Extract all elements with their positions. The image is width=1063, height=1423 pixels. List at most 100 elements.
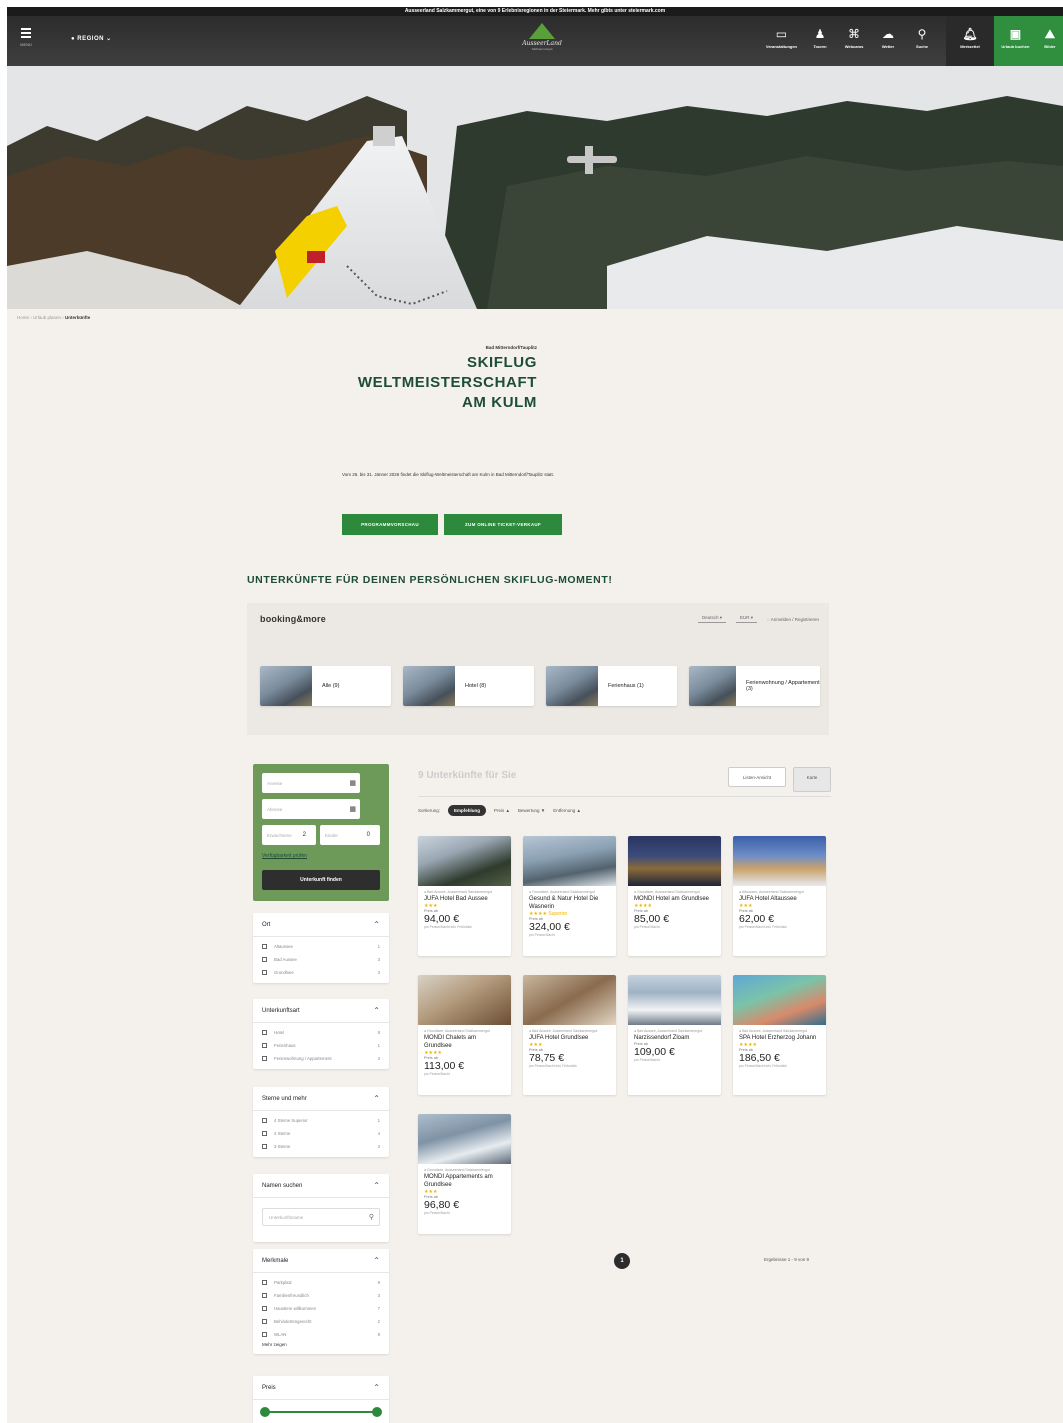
card-title[interactable]: JUFA Hotel Altaussee — [733, 894, 826, 903]
card-title[interactable]: Gesund & Natur Hotel Die Wasnerin — [523, 894, 616, 911]
sort-bewertung[interactable]: Bewertung ▼ — [518, 808, 545, 813]
pagination-page-1[interactable]: 1 — [614, 1253, 630, 1269]
tab-hotel[interactable]: Hotel (8) — [403, 666, 534, 706]
accommodation-name-input[interactable]: Unterkunftsname ⚲ — [262, 1208, 380, 1226]
card-title[interactable]: MONDI Appartements am Grundlsee — [418, 1172, 511, 1189]
children-field[interactable]: Kinder 0 — [320, 825, 380, 845]
accommodation-photo[interactable] — [523, 836, 616, 886]
checkbox[interactable] — [262, 1144, 267, 1149]
site-logo[interactable]: AusseerLand Salzkammergut — [507, 23, 577, 51]
accommodation-card[interactable]: ● Bad Aussee, Ausseerland Salzkammergut N… — [628, 975, 721, 1095]
accommodation-photo[interactable] — [418, 1114, 511, 1164]
accommodation-card[interactable]: ● Grundlsee, Ausseerland Salzkammergut Ge… — [523, 836, 616, 956]
breadcrumb-urlaub-planen[interactable]: Urlaub planen — [33, 315, 61, 320]
accommodation-photo[interactable] — [628, 975, 721, 1025]
filter-option[interactable]: WLAN 8 — [253, 1328, 389, 1341]
checkbox[interactable] — [262, 1319, 267, 1324]
filter-option[interactable]: Familienfreundlich 3 — [253, 1289, 389, 1302]
checkbox[interactable] — [262, 1131, 267, 1136]
checkbox[interactable] — [262, 970, 267, 975]
filter-option[interactable]: Bad Aussee 3 — [253, 953, 389, 966]
checkbox[interactable] — [262, 1293, 267, 1298]
nav-item-webcams[interactable]: ⌘ Webcams — [843, 27, 865, 49]
tab-alle[interactable]: Alle (9) — [260, 666, 391, 706]
accommodation-photo[interactable] — [418, 975, 511, 1025]
urlaub-buchen-button[interactable]: ▣ Urlaub buchen — [1001, 27, 1029, 66]
filter-option[interactable]: Haustiere willkommen 7 — [253, 1302, 389, 1315]
show-more-link[interactable]: Mehr zeigen — [253, 1341, 389, 1348]
price-range-slider[interactable] — [253, 1400, 389, 1423]
accommodation-card[interactable]: ● Bad Aussee, Ausseerland Salzkammergut J… — [418, 836, 511, 956]
merkzettel-button[interactable]: 🔔︎ Merkzettel — [946, 16, 994, 66]
programmvorschau-button[interactable]: PROGRAMMVORSCHAU — [342, 514, 438, 535]
ticket-verkauf-button[interactable]: ZUM ONLINE TICKET-VERKAUF — [444, 514, 562, 535]
filter-stars-header[interactable]: Sterne und mehr ⌃ — [253, 1087, 389, 1111]
adults-field[interactable]: Erwachsene 2 — [262, 825, 316, 845]
tab-ferienwohnung[interactable]: Ferienwohnung / Appartement (3) — [689, 666, 820, 706]
availability-link[interactable]: Verfügbarkeit prüfen — [262, 853, 307, 859]
accommodation-photo[interactable] — [628, 836, 721, 886]
filter-option[interactable]: Hotel 8 — [253, 1026, 389, 1039]
language-select[interactable]: Deutsch ▾ — [697, 615, 726, 623]
checkbox[interactable] — [262, 1030, 267, 1035]
filter-features-header[interactable]: Merkmale ⌃ — [253, 1249, 389, 1273]
find-accommodation-button[interactable]: Unterkunft finden — [262, 870, 380, 890]
accommodation-photo[interactable] — [523, 975, 616, 1025]
card-title[interactable]: MONDI Hotel am Grundlsee — [628, 894, 721, 903]
nav-item-wetter[interactable]: ☁ Wetter — [877, 27, 899, 49]
filter-option[interactable]: 4 Sterne 4 — [253, 1127, 389, 1140]
checkbox[interactable] — [262, 944, 267, 949]
nav-item-veranstaltungen[interactable]: ▭ Veranstaltungen — [766, 27, 797, 49]
checkbox[interactable] — [262, 1306, 267, 1311]
filter-option[interactable]: 3 Sterne 3 — [253, 1140, 389, 1153]
nav-item-suche[interactable]: ⚲ Suche — [911, 27, 933, 49]
menu-button[interactable]: MENÜ — [14, 26, 38, 47]
departure-date-field[interactable]: Abreise ▦ — [262, 799, 360, 819]
filter-ort-header[interactable]: Ort ⌃ — [253, 913, 389, 937]
bilder-button[interactable]: ⛰ Bilder — [1044, 27, 1055, 66]
slider-min-handle[interactable] — [260, 1407, 270, 1417]
checkbox[interactable] — [262, 1118, 267, 1123]
card-title[interactable]: Narzissendorf Zloam — [628, 1033, 721, 1042]
card-title[interactable]: SPA Hotel Erzherzog Johann — [733, 1033, 826, 1042]
sort-preis[interactable]: Preis ▲ — [494, 808, 510, 813]
login-link[interactable]: ◌ Anmelden / Registrieren — [767, 617, 819, 622]
checkbox[interactable] — [262, 1043, 267, 1048]
currency-select[interactable]: EUR ▾ — [735, 615, 758, 623]
accommodation-card[interactable]: ● Grundlsee, Ausseerland Salzkammergut MO… — [418, 975, 511, 1095]
region-dropdown[interactable]: ● REGION ⌄ — [71, 35, 112, 42]
list-view-button[interactable]: Listen-Ansicht — [728, 767, 786, 787]
accommodation-photo[interactable] — [418, 836, 511, 886]
filter-name-header[interactable]: Namen suchen ⌃ — [253, 1174, 389, 1198]
nav-item-touren[interactable]: ♟ Touren — [809, 27, 831, 49]
filter-option[interactable]: Parkplatz 8 — [253, 1276, 389, 1289]
checkbox[interactable] — [262, 957, 267, 962]
card-title[interactable]: JUFA Hotel Grundlsee — [523, 1033, 616, 1042]
filter-option[interactable]: Ferienwohnung / Appartement 3 — [253, 1052, 389, 1065]
accommodation-card[interactable]: ● Bad Aussee, Ausseerland Salzkammergut S… — [733, 975, 826, 1095]
sort-empfehlung[interactable]: Empfehlung — [448, 805, 487, 816]
accommodation-photo[interactable] — [733, 975, 826, 1025]
accommodation-card[interactable]: ● Grundlsee, Ausseerland Salzkammergut MO… — [418, 1114, 511, 1234]
accommodation-card[interactable]: ● Grundlsee, Ausseerland Salzkammergut MO… — [628, 836, 721, 956]
accommodation-card[interactable]: ● Altaussee, Ausseerland Salzkammergut JU… — [733, 836, 826, 956]
accommodation-card[interactable]: ● Bad Aussee, Ausseerland Salzkammergut J… — [523, 975, 616, 1095]
card-title[interactable]: JUFA Hotel Bad Aussee — [418, 894, 511, 903]
checkbox[interactable] — [262, 1056, 267, 1061]
map-view-button[interactable]: Karte — [793, 767, 831, 792]
filter-option[interactable]: Behindertengerecht 2 — [253, 1315, 389, 1328]
filter-type-header[interactable]: Unterkunftsart ⌃ — [253, 999, 389, 1023]
checkbox[interactable] — [262, 1280, 267, 1285]
arrival-date-field[interactable]: Anreise ▦ — [262, 773, 360, 793]
card-title[interactable]: MONDI Chalets am Grundlsee — [418, 1033, 511, 1050]
accommodation-photo[interactable] — [733, 836, 826, 886]
slider-max-handle[interactable] — [372, 1407, 382, 1417]
filter-option[interactable]: Ferienhaus 1 — [253, 1039, 389, 1052]
filter-option[interactable]: Altaussee 1 — [253, 940, 389, 953]
breadcrumb-home[interactable]: Home — [17, 315, 29, 320]
checkbox[interactable] — [262, 1332, 267, 1337]
tab-ferienhaus[interactable]: Ferienhaus (1) — [546, 666, 677, 706]
filter-option[interactable]: Grundlsee 3 — [253, 966, 389, 979]
filter-option[interactable]: 4 Sterne Superior 1 — [253, 1114, 389, 1127]
filter-price-header[interactable]: Preis ⌃ — [253, 1376, 389, 1400]
